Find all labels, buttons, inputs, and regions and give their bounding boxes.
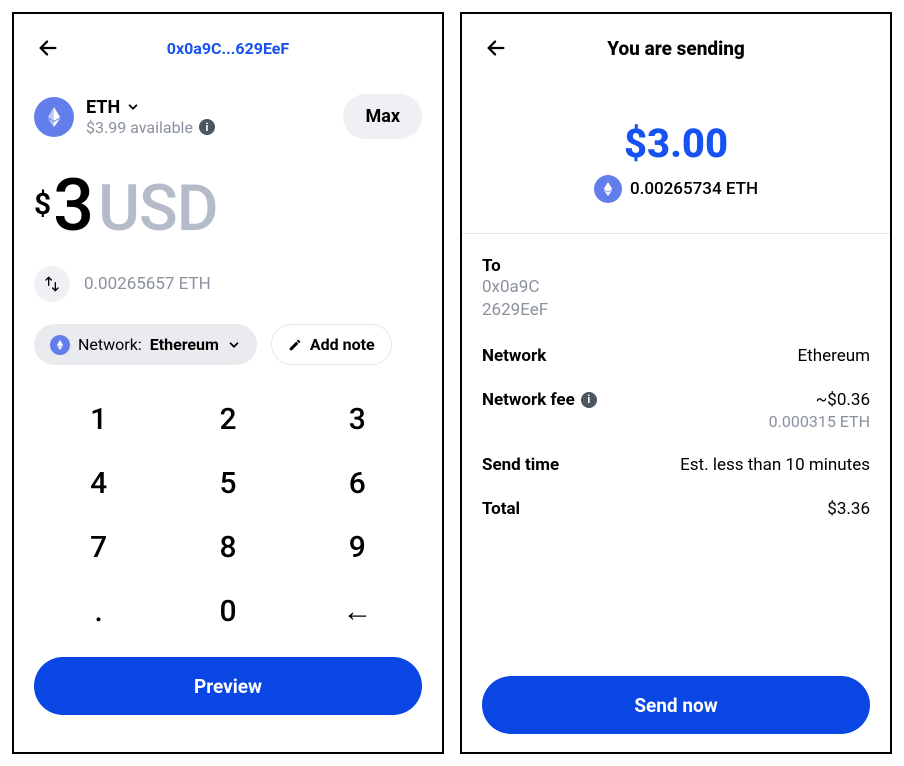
amount-unit: USD (98, 171, 217, 246)
fee-row: Network fee i ~$0.36 0.000315 ETH (482, 390, 870, 431)
key-8[interactable]: 8 (163, 515, 292, 579)
chevron-down-icon (227, 338, 241, 352)
to-row: To 0x0a9C 2629EeF (482, 256, 870, 322)
to-value: 0x0a9C 2629EeF (482, 276, 870, 322)
page-title: You are sending (482, 37, 870, 60)
info-icon[interactable]: i (199, 119, 215, 135)
converted-amount: 0.00265657 ETH (84, 274, 211, 294)
send-confirm-panel: You are sending $3.00 0.00265734 ETH To … (460, 12, 892, 754)
amount-value: 3 (53, 163, 92, 248)
key-6[interactable]: 6 (293, 451, 422, 515)
total-value: $3.36 (827, 499, 870, 519)
preview-button[interactable]: Preview (34, 657, 422, 715)
asset-selector[interactable]: ETH (86, 97, 215, 118)
network-label: Network (482, 346, 546, 366)
eth-icon (50, 335, 70, 355)
sendtime-value: Est. less than 10 minutes (680, 455, 870, 475)
sendtime-label: Send time (482, 455, 559, 475)
top-bar: You are sending (482, 32, 870, 64)
send-amount-usd: $3.00 (624, 120, 728, 167)
recipient-address-short[interactable]: 0x0a9C...629EeF (34, 39, 422, 58)
send-amount-eth: 0.00265734 ETH (630, 179, 758, 199)
key-7[interactable]: 7 (34, 515, 163, 579)
swap-icon (44, 276, 60, 292)
divider (462, 233, 890, 234)
key-3[interactable]: 3 (293, 387, 422, 451)
chip-row: Network: Ethereum Add note (34, 324, 422, 365)
key-2[interactable]: 2 (163, 387, 292, 451)
top-bar: 0x0a9C...629EeF (34, 32, 422, 64)
fee-value: ~$0.36 0.000315 ETH (769, 390, 870, 431)
chevron-down-icon (126, 100, 140, 114)
to-label: To (482, 256, 870, 276)
send-now-button[interactable]: Send now (482, 676, 870, 734)
key-backspace[interactable]: ← (293, 579, 422, 643)
numeric-keypad: 1 2 3 4 5 6 7 8 9 . 0 ← (34, 387, 422, 643)
sendtime-row: Send time Est. less than 10 minutes (482, 455, 870, 475)
key-0[interactable]: 0 (163, 579, 292, 643)
key-9[interactable]: 9 (293, 515, 422, 579)
currency-symbol: $ (34, 187, 51, 222)
fee-label: Network fee i (482, 390, 597, 410)
add-note-chip[interactable]: Add note (271, 324, 392, 365)
pencil-icon (288, 338, 302, 352)
total-row: Total $3.36 (482, 499, 870, 519)
send-amount-eth-row: 0.00265734 ETH (594, 175, 758, 203)
key-dot[interactable]: . (34, 579, 163, 643)
network-chip[interactable]: Network: Ethereum (34, 324, 257, 365)
send-entry-panel: 0x0a9C...629EeF ETH $3.99 available i Ma… (12, 12, 444, 754)
converted-row: 0.00265657 ETH (34, 266, 422, 302)
key-4[interactable]: 4 (34, 451, 163, 515)
info-icon[interactable]: i (581, 392, 597, 408)
key-5[interactable]: 5 (163, 451, 292, 515)
eth-icon (34, 97, 74, 137)
asset-row: ETH $3.99 available i Max (34, 94, 422, 139)
asset-available: $3.99 available i (86, 118, 215, 137)
max-button[interactable]: Max (343, 94, 422, 139)
send-amount-block: $3.00 0.00265734 ETH (482, 120, 870, 203)
network-row: Network Ethereum (482, 346, 870, 366)
details-list: To 0x0a9C 2629EeF Network Ethereum Netwo… (482, 256, 870, 519)
amount-display: $ 3 USD (34, 163, 422, 248)
total-label: Total (482, 499, 520, 519)
network-value: Ethereum (798, 346, 871, 366)
asset-symbol: ETH (86, 97, 120, 118)
eth-icon (594, 175, 622, 203)
swap-currency-button[interactable] (34, 266, 70, 302)
key-1[interactable]: 1 (34, 387, 163, 451)
